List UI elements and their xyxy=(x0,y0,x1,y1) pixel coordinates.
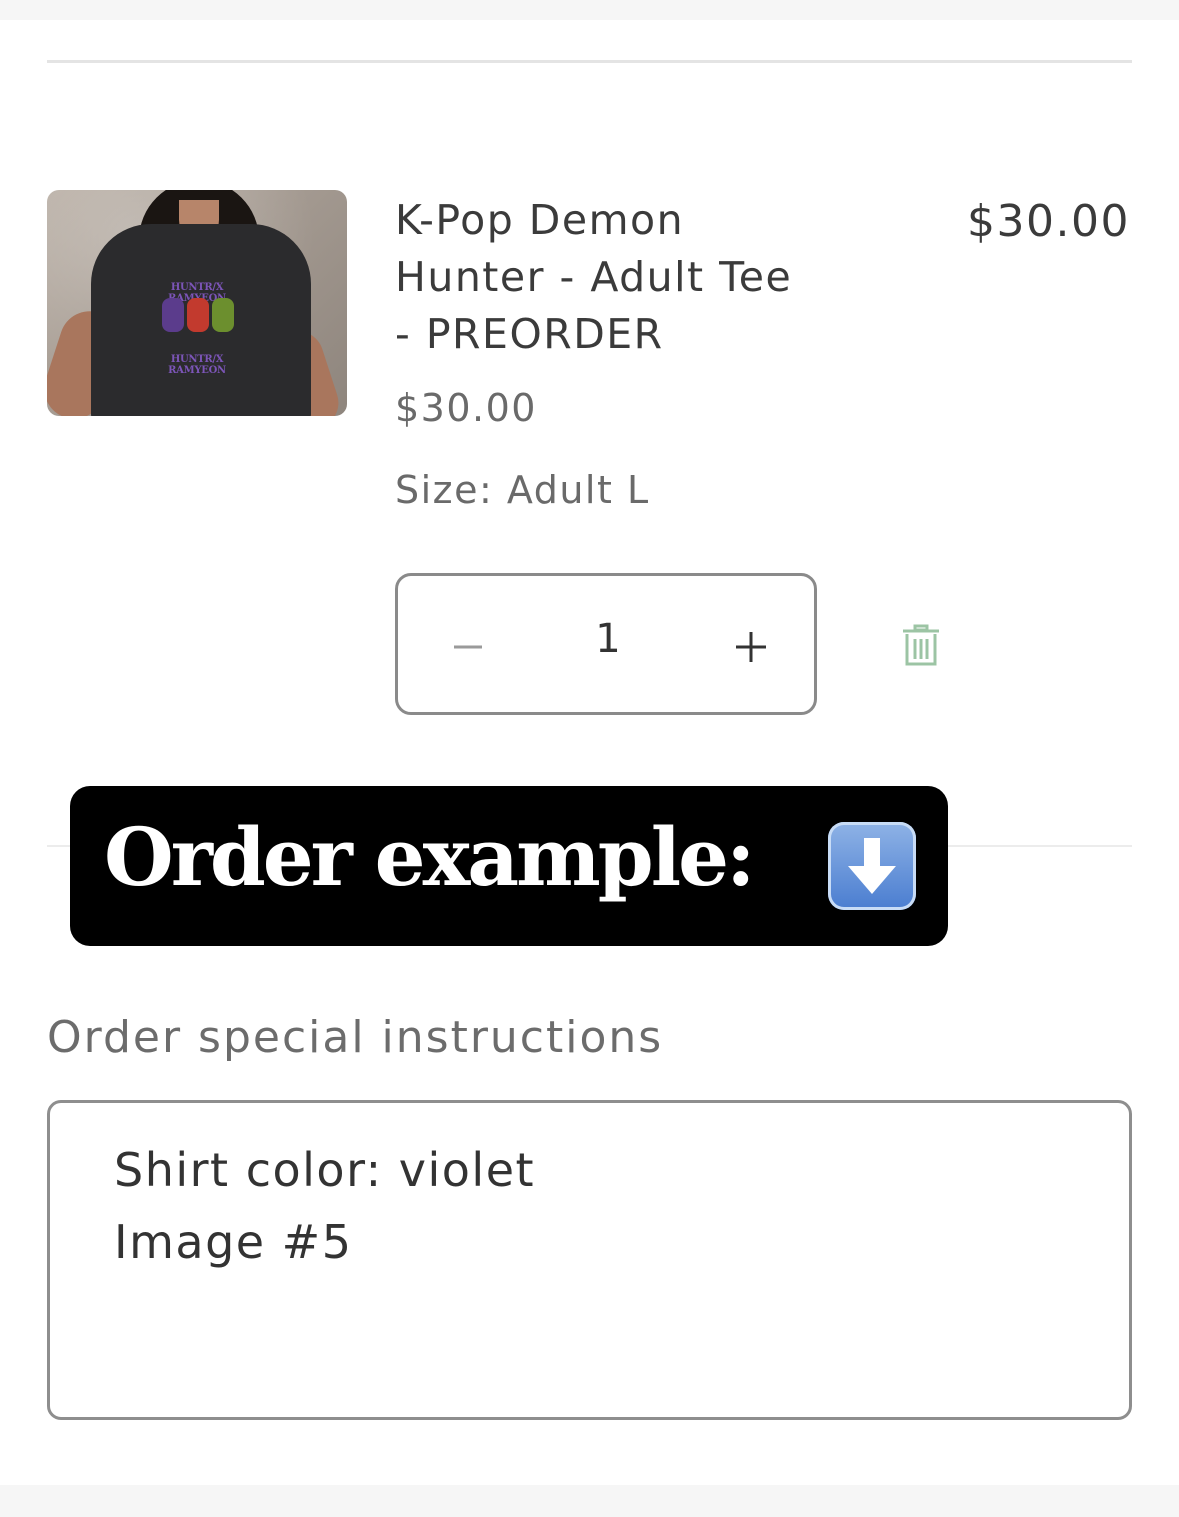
product-title[interactable]: K-Pop Demon Hunter - Adult Tee - PREORDE… xyxy=(395,192,865,363)
product-title-line: K-Pop Demon xyxy=(395,196,685,244)
product-title-line: Hunter - Adult Tee xyxy=(395,253,793,301)
decrease-quantity-button[interactable] xyxy=(433,610,503,680)
unit-price: $30.00 xyxy=(395,386,537,430)
remove-item-button[interactable] xyxy=(898,620,944,668)
shirt-print-text: HUNTR/X RAMYEON xyxy=(168,354,226,376)
print-character xyxy=(162,298,184,332)
increase-quantity-button[interactable] xyxy=(716,610,786,680)
line-item-total-price: $30.00 xyxy=(967,196,1130,247)
down-arrow-icon xyxy=(828,822,916,910)
divider xyxy=(47,60,1132,63)
product-thumbnail[interactable]: HUNTR/X RAMYEON HUNTR/X RAMYEON xyxy=(47,190,347,416)
trash-icon xyxy=(903,624,939,666)
down-arrow-glyph xyxy=(848,838,896,894)
instructions-line: Shirt color: violet xyxy=(114,1143,536,1197)
banner-text: Order example: xyxy=(104,810,756,904)
product-title-line: - PREORDER xyxy=(395,310,664,358)
special-instructions-textarea[interactable]: Shirt color: violet Image #5 xyxy=(47,1100,1132,1420)
size-option: Size: Adult L xyxy=(395,468,650,512)
bottom-edge xyxy=(0,1485,1179,1517)
instructions-line: Image #5 xyxy=(114,1215,353,1269)
order-example-banner: Order example: xyxy=(70,786,948,946)
top-edge xyxy=(0,0,1179,20)
special-instructions-label: Order special instructions xyxy=(47,1012,664,1063)
minus-icon xyxy=(454,645,482,649)
quantity-value[interactable]: 1 xyxy=(548,616,668,662)
print-character xyxy=(187,298,209,332)
print-character xyxy=(212,298,234,332)
quantity-stepper[interactable]: 1 xyxy=(395,573,817,715)
plus-icon xyxy=(736,632,766,662)
